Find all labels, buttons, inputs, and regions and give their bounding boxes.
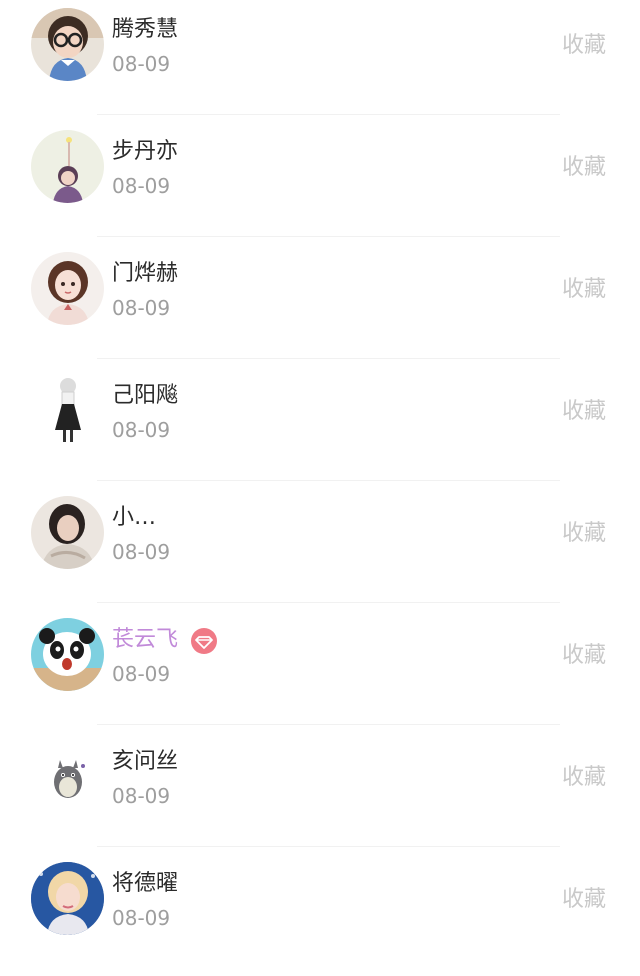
list-item[interactable]: 小… 08-09 收藏 [0, 488, 640, 610]
favorite-button[interactable]: 收藏 [562, 154, 606, 182]
vip-badge [191, 628, 217, 654]
divider [97, 846, 560, 847]
item-date: 08-09 [112, 174, 171, 198]
user-name: 将德曜 [112, 871, 179, 896]
favorite-button[interactable]: 收藏 [562, 642, 606, 670]
list-item[interactable]: 腾秀慧 08-09 收藏 [0, 0, 640, 122]
user-name: 小… [112, 505, 157, 530]
divider [97, 358, 560, 359]
avatar[interactable] [31, 618, 104, 691]
avatar[interactable] [31, 374, 104, 447]
item-date: 08-09 [112, 784, 171, 808]
favorite-button[interactable]: 收藏 [562, 520, 606, 548]
item-date: 08-09 [112, 52, 171, 76]
divider [97, 724, 560, 725]
divider [97, 114, 560, 115]
user-name: 腾秀慧 [112, 17, 179, 42]
girl-with-sparkler-avatar [31, 130, 104, 203]
blonde-girl-avatar [31, 862, 104, 935]
dark-hair-girl-avatar [31, 496, 104, 569]
avatar[interactable] [31, 862, 104, 935]
item-date: 08-09 [112, 662, 171, 686]
list-item[interactable]: 门烨赫 08-09 收藏 [0, 244, 640, 366]
item-date: 08-09 [112, 540, 171, 564]
favorite-button[interactable]: 收藏 [562, 398, 606, 426]
divider [97, 602, 560, 603]
favorite-button[interactable]: 收藏 [562, 886, 606, 914]
list-item[interactable]: 己阳飚 08-09 收藏 [0, 366, 640, 488]
avatar[interactable] [31, 496, 104, 569]
avatar[interactable] [31, 740, 104, 813]
avatar[interactable] [31, 252, 104, 325]
favorite-button[interactable]: 收藏 [562, 764, 606, 792]
divider [97, 236, 560, 237]
panda-avatar [31, 618, 104, 691]
user-name: 门烨赫 [112, 261, 179, 286]
list-item[interactable]: 步丹亦 08-09 收藏 [0, 122, 640, 244]
illustrated-girl-avatar [31, 252, 104, 325]
user-name: 步丹亦 [112, 139, 179, 164]
list-item[interactable]: 苌云飞 08-09 收藏 [0, 610, 640, 732]
user-name: 苌云飞 [112, 627, 179, 652]
favorite-button[interactable]: 收藏 [562, 276, 606, 304]
avatar[interactable] [31, 130, 104, 203]
favorite-button[interactable]: 收藏 [562, 32, 606, 60]
girl-with-glasses-avatar [31, 8, 104, 81]
item-date: 08-09 [112, 418, 171, 442]
avatar[interactable] [31, 8, 104, 81]
list-item[interactable]: 亥问丝 08-09 收藏 [0, 732, 640, 854]
item-date: 08-09 [112, 906, 171, 930]
user-name: 亥问丝 [112, 749, 179, 774]
girl-in-dress-avatar [31, 374, 104, 447]
totoro-avatar [31, 740, 104, 813]
diamond-icon [195, 636, 213, 649]
user-name: 己阳飚 [112, 383, 179, 408]
list-item[interactable]: 将德曜 08-09 收藏 [0, 854, 640, 976]
item-date: 08-09 [112, 296, 171, 320]
divider [97, 480, 560, 481]
